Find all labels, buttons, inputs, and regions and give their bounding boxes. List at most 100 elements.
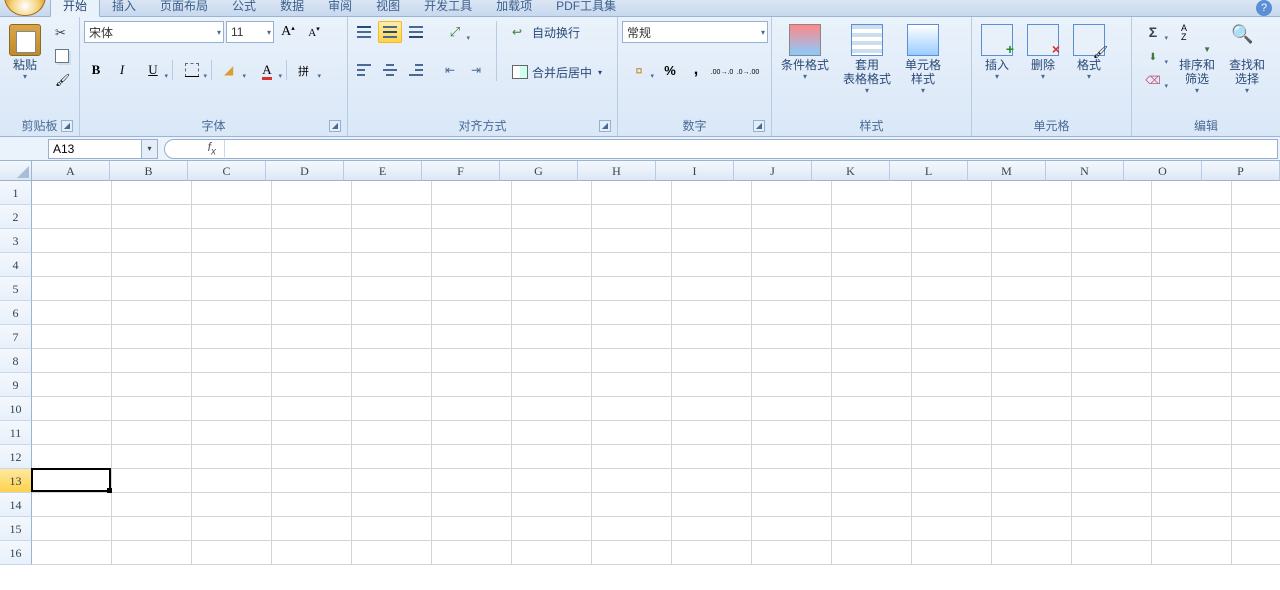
align-center-button[interactable] [378,59,402,81]
tab-插入[interactable]: 插入 [100,0,148,16]
name-box[interactable]: A13 ▾ [48,139,158,159]
find-select-button[interactable]: 查找和 选择 [1224,21,1270,98]
cell[interactable] [752,205,832,229]
cell[interactable] [592,541,672,565]
cell[interactable] [992,301,1072,325]
cell[interactable] [512,181,592,205]
cell[interactable] [992,421,1072,445]
cell[interactable] [592,397,672,421]
cell[interactable] [32,253,112,277]
cell[interactable] [832,373,912,397]
cell[interactable] [432,181,512,205]
cell[interactable] [112,349,192,373]
cell[interactable] [272,469,352,493]
cell[interactable] [832,517,912,541]
cell[interactable] [192,325,272,349]
cell[interactable] [592,373,672,397]
cell[interactable] [512,205,592,229]
cell[interactable] [352,349,432,373]
align-top-button[interactable] [352,21,376,43]
cell[interactable] [272,493,352,517]
cell[interactable] [752,517,832,541]
cell[interactable] [1232,421,1280,445]
cell[interactable] [272,253,352,277]
cell[interactable] [912,517,992,541]
cell[interactable] [112,277,192,301]
cell[interactable] [912,277,992,301]
col-header-F[interactable]: F [422,161,500,181]
cell[interactable] [432,301,512,325]
sort-filter-button[interactable]: 排序和 筛选 [1174,21,1220,98]
row-header-13[interactable]: 13 [0,469,32,493]
cell[interactable] [1072,469,1152,493]
cell[interactable] [112,229,192,253]
font-dialog-launcher[interactable]: ◢ [329,120,341,132]
cell[interactable] [912,325,992,349]
font-name-combo[interactable]: 宋体▾ [84,21,224,43]
row-header-10[interactable]: 10 [0,397,32,421]
cell[interactable] [1072,349,1152,373]
cell[interactable] [1072,397,1152,421]
cell[interactable] [32,421,112,445]
cell[interactable] [912,205,992,229]
cell[interactable] [912,397,992,421]
cell[interactable] [432,421,512,445]
cell[interactable] [752,397,832,421]
cell[interactable] [272,325,352,349]
comma-button[interactable] [684,59,708,81]
cell[interactable] [1232,325,1280,349]
cell[interactable] [1232,373,1280,397]
cell[interactable] [832,301,912,325]
cell[interactable] [752,229,832,253]
cell[interactable] [592,493,672,517]
cell[interactable] [832,181,912,205]
cell[interactable] [432,445,512,469]
cell[interactable] [192,397,272,421]
cell[interactable] [992,325,1072,349]
cell[interactable] [912,301,992,325]
cell[interactable] [272,181,352,205]
cell[interactable] [992,229,1072,253]
cell[interactable] [1232,493,1280,517]
cell[interactable] [192,469,272,493]
cell[interactable] [752,541,832,565]
cell[interactable] [992,205,1072,229]
cell[interactable] [432,349,512,373]
cell[interactable] [432,325,512,349]
cell[interactable] [512,373,592,397]
row-header-11[interactable]: 11 [0,421,32,445]
table-format-button[interactable]: 套用 表格格式 [838,21,896,98]
cell[interactable] [272,517,352,541]
cell[interactable] [192,253,272,277]
cell[interactable] [32,301,112,325]
cell[interactable] [992,181,1072,205]
tab-公式[interactable]: 公式 [220,0,268,16]
row-header-3[interactable]: 3 [0,229,32,253]
col-header-L[interactable]: L [890,161,968,181]
cell[interactable] [192,541,272,565]
cell[interactable] [112,205,192,229]
font-color-button[interactable]: ▾ [250,59,284,81]
cell[interactable] [192,181,272,205]
number-format-combo[interactable]: 常规▾ [622,21,768,43]
cell[interactable] [1152,421,1232,445]
cell[interactable] [672,349,752,373]
spreadsheet-grid[interactable]: ABCDEFGHIJKLMNOP 12345678910111213141516 [0,161,1280,590]
cell[interactable] [432,229,512,253]
cell[interactable] [592,229,672,253]
col-header-K[interactable]: K [812,161,890,181]
tab-视图[interactable]: 视图 [364,0,412,16]
cell[interactable] [112,517,192,541]
cell[interactable] [432,205,512,229]
cell[interactable] [752,469,832,493]
cell[interactable] [32,205,112,229]
cell[interactable] [1232,541,1280,565]
cell[interactable] [1072,517,1152,541]
cell[interactable] [272,397,352,421]
cell[interactable] [192,229,272,253]
cell[interactable] [672,397,752,421]
cell[interactable] [192,205,272,229]
cell[interactable] [32,325,112,349]
cell[interactable] [752,421,832,445]
cell[interactable] [832,229,912,253]
